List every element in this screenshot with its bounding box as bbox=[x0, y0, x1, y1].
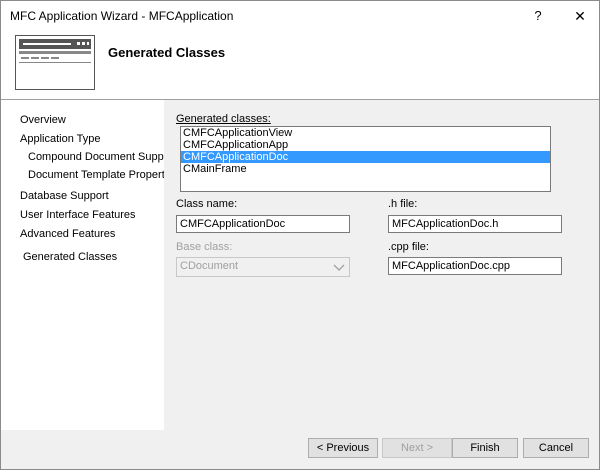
h-file-label: .h file: bbox=[388, 198, 418, 210]
help-button[interactable]: ? bbox=[523, 4, 553, 28]
list-item[interactable]: CMFCApplicationApp bbox=[181, 139, 550, 151]
cpp-file-field[interactable]: MFCApplicationDoc.cpp bbox=[388, 257, 562, 275]
wizard-window: MFC Application Wizard - MFCApplication … bbox=[0, 0, 600, 470]
window-title: MFC Application Wizard - MFCApplication bbox=[10, 9, 234, 23]
list-item[interactable]: CMainFrame bbox=[181, 163, 550, 175]
nav-item-user-interface-features[interactable]: User Interface Features bbox=[20, 209, 136, 221]
nav-item-advanced-features[interactable]: Advanced Features bbox=[20, 228, 115, 240]
finish-button[interactable]: Finish bbox=[452, 438, 518, 458]
title-bar: MFC Application Wizard - MFCApplication … bbox=[1, 1, 599, 30]
base-class-value: CDocument bbox=[180, 260, 239, 272]
cpp-file-label: .cpp file: bbox=[388, 241, 429, 253]
page-title: Generated Classes bbox=[108, 45, 226, 60]
class-name-field[interactable]: CMFCApplicationDoc bbox=[176, 215, 350, 233]
close-button[interactable]: ✕ bbox=[565, 4, 595, 28]
content-panel: Generated classes: CMFCApplicationView C… bbox=[164, 100, 599, 469]
nav-item-compound-document-support[interactable]: Compound Document Support bbox=[28, 151, 177, 163]
class-name-label: Class name: bbox=[176, 198, 238, 210]
nav-item-overview[interactable]: Overview bbox=[20, 114, 66, 126]
list-item-selected[interactable]: CMFCApplicationDoc bbox=[181, 151, 550, 163]
generated-classes-label: Generated classes: bbox=[176, 113, 271, 125]
close-icon: ✕ bbox=[574, 8, 586, 24]
question-mark-icon: ? bbox=[534, 8, 542, 23]
nav-item-database-support[interactable]: Database Support bbox=[20, 190, 109, 202]
chevron-down-icon bbox=[333, 264, 345, 271]
list-item[interactable]: CMFCApplicationView bbox=[181, 127, 550, 139]
window-template-icon bbox=[15, 35, 95, 90]
nav-item-application-type[interactable]: Application Type bbox=[20, 133, 101, 145]
previous-button[interactable]: < Previous bbox=[308, 438, 378, 458]
base-class-combo[interactable]: CDocument bbox=[176, 257, 350, 277]
wizard-nav: Overview Application Type Compound Docum… bbox=[1, 100, 179, 430]
next-button[interactable]: Next > bbox=[382, 438, 452, 458]
nav-item-document-template-properties[interactable]: Document Template Properties bbox=[28, 169, 179, 181]
generated-classes-list[interactable]: CMFCApplicationView CMFCApplicationApp C… bbox=[180, 126, 551, 192]
h-file-field[interactable]: MFCApplicationDoc.h bbox=[388, 215, 562, 233]
nav-item-generated-classes[interactable]: Generated Classes bbox=[23, 251, 117, 263]
wizard-header: Generated Classes bbox=[1, 30, 599, 100]
base-class-label: Base class: bbox=[176, 241, 233, 253]
cancel-button[interactable]: Cancel bbox=[523, 438, 589, 458]
